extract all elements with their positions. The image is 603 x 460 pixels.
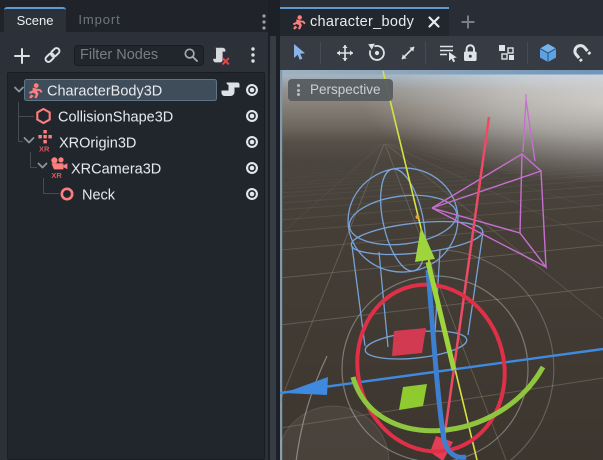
svg-text:Neck: Neck [82,188,116,204]
svg-text:XR: XR [39,145,50,154]
svg-text:XROrigin3D: XROrigin3D [59,136,136,152]
svg-text:CollisionShape3D: CollisionShape3D [58,110,173,126]
svg-text:CharacterBody3D: CharacterBody3D [47,84,162,100]
svg-text:XR: XR [51,171,62,180]
svg-text:XRCamera3D: XRCamera3D [71,162,161,178]
